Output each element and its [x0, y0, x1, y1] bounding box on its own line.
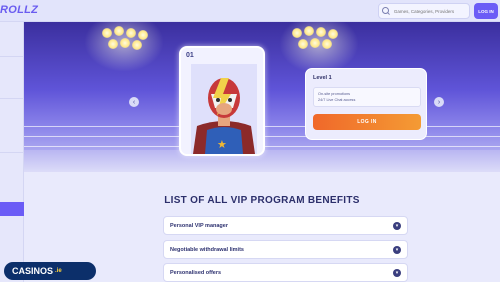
- benefit-item[interactable]: Personalised offers ▾: [163, 263, 408, 282]
- sidebar-divider: [0, 56, 24, 57]
- chevron-left-icon[interactable]: ‹: [129, 97, 139, 107]
- level-features: On-site promotions 24/7 Live Chat access: [313, 87, 421, 107]
- search-box[interactable]: [378, 3, 470, 19]
- level-card: 01 ★: [179, 46, 265, 156]
- sidebar-divider: [0, 152, 24, 153]
- sidebar-item-active[interactable]: [0, 202, 24, 216]
- benefit-label: Personalised offers: [170, 269, 222, 276]
- search-input[interactable]: [393, 8, 469, 14]
- watermark-suffix: .ie: [55, 268, 62, 274]
- chevron-down-icon[interactable]: ▾: [393, 222, 401, 230]
- chevron-down-icon[interactable]: ▾: [393, 246, 401, 254]
- benefit-item[interactable]: Personal VIP manager ▾: [163, 216, 408, 235]
- level-feature: 24/7 Live Chat access: [318, 98, 356, 102]
- vip-hero-banner: ‹ › 01 ★ Level 1 On-site promotions 24/7…: [24, 22, 500, 172]
- level-title: Level 1: [313, 75, 332, 81]
- benefit-label: Personal VIP manager: [170, 222, 228, 229]
- watermark-text: CASINOS: [12, 266, 54, 276]
- level-number: 01: [186, 52, 194, 59]
- watermark-logo: CASINOS .ie: [4, 262, 96, 280]
- site-logo[interactable]: ROLLZ: [0, 4, 38, 16]
- top-header: ROLLZ LOG IN: [0, 0, 500, 22]
- chevron-right-icon[interactable]: ›: [434, 97, 444, 107]
- hero-login-button[interactable]: LOG IN: [313, 114, 421, 130]
- level-info-panel: Level 1 On-site promotions 24/7 Live Cha…: [305, 68, 427, 140]
- star-icon: ★: [217, 139, 227, 151]
- benefits-title: LIST OF ALL VIP PROGRAM BENEFITS: [164, 195, 360, 206]
- sidebar: [0, 22, 24, 282]
- chevron-down-icon[interactable]: ▾: [393, 269, 401, 277]
- header-login-button[interactable]: LOG IN: [474, 3, 498, 19]
- search-icon: [382, 6, 391, 16]
- benefit-label: Negotiable withdrawal limits: [170, 246, 244, 253]
- sidebar-divider: [0, 98, 24, 99]
- benefit-item[interactable]: Negotiable withdrawal limits ▾: [163, 240, 408, 259]
